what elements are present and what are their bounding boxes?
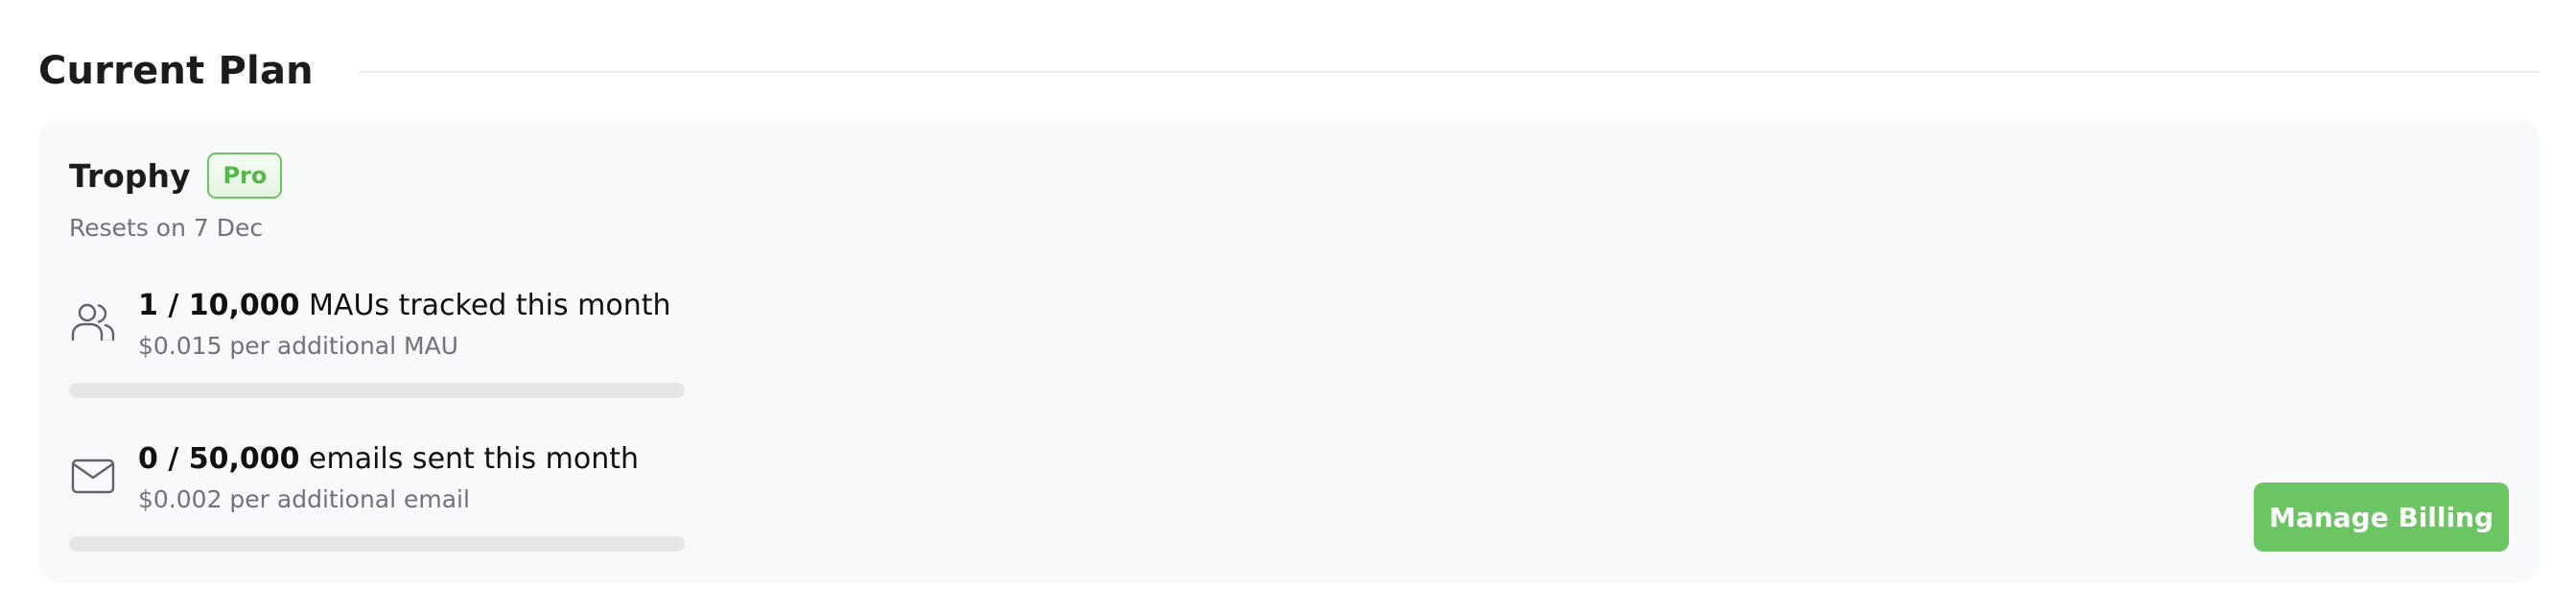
email-usage-row: 0 / 50,000 emails sent this month $0.002…: [69, 442, 692, 577]
section-title: Current Plan: [38, 49, 314, 93]
mau-usage-row: 1 / 10,000 MAUs tracked this month $0.01…: [69, 289, 692, 423]
email-usage-label: emails sent this month: [299, 442, 639, 476]
mau-usage-count: 1 / 10,000: [138, 289, 300, 322]
current-plan-card: Trophy Pro Resets on 7 Dec 1 / 10,000 MA…: [38, 120, 2540, 582]
mau-progress-bar: [69, 383, 685, 398]
mau-usage-label: MAUs tracked this month: [299, 289, 671, 322]
email-usage-summary: 0 / 50,000 emails sent this month: [138, 442, 639, 476]
email-usage-count: 0 / 50,000: [138, 442, 300, 476]
plan-reset-date: Resets on 7 Dec: [69, 214, 264, 242]
mail-icon: [69, 452, 117, 500]
users-icon: [69, 298, 117, 346]
section-header: Current Plan: [38, 42, 2540, 100]
email-overage-price: $0.002 per additional email: [138, 485, 470, 513]
plan-tier-badge: Pro: [207, 153, 283, 199]
plan-title-row: Trophy Pro: [69, 152, 283, 200]
mau-usage-summary: 1 / 10,000 MAUs tracked this month: [138, 289, 671, 322]
manage-billing-button[interactable]: Manage Billing: [2254, 483, 2509, 552]
email-progress-bar: [69, 536, 685, 552]
section-divider: [359, 71, 2540, 73]
plan-name: Trophy: [69, 156, 191, 195]
mau-overage-price: $0.015 per additional MAU: [138, 332, 458, 360]
